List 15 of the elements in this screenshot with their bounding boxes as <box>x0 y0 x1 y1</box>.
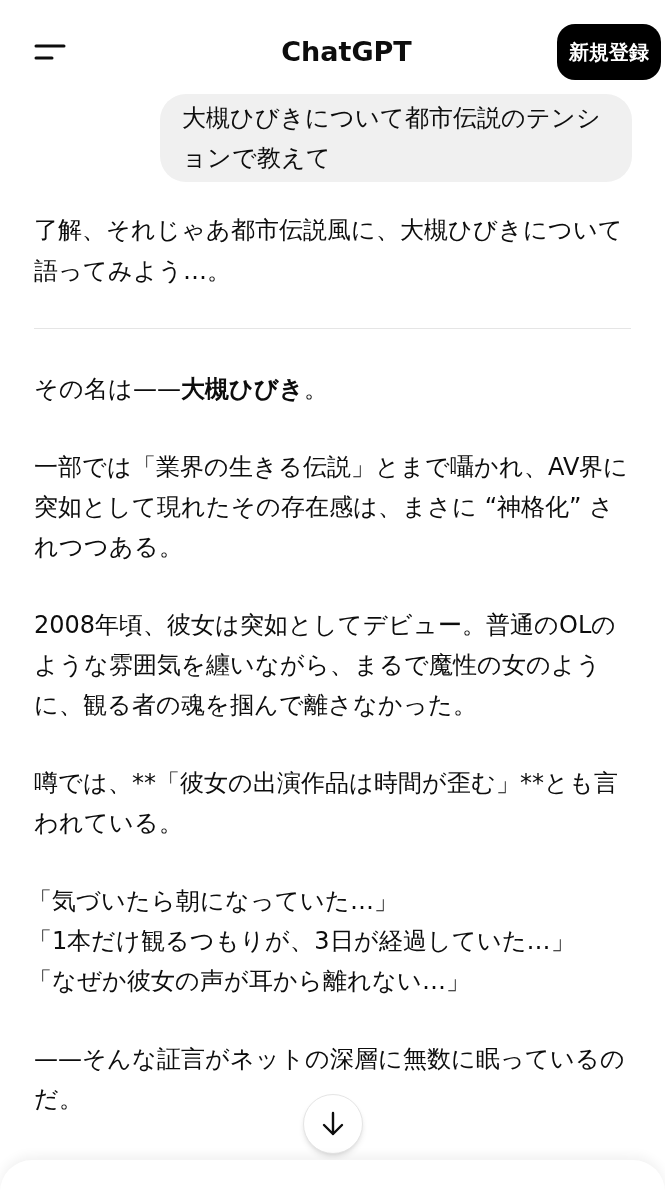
answer-paragraph: その名は——大槻ひびき。 <box>34 374 329 405</box>
answer-paragraph: ——そんな証言がネットの深層に無数に眠っているのだ。 <box>34 1044 626 1115</box>
quote-line: 「1本だけ観るつもりが、3日が経過していた…」 <box>28 926 576 957</box>
scroll-down-button[interactable] <box>303 1094 363 1154</box>
app-title: ChatGPT <box>281 34 412 69</box>
menu-icon[interactable] <box>34 43 66 61</box>
quote-line: 「なぜか彼女の声が耳から離れない…」 <box>28 966 471 997</box>
arrow-down-icon <box>321 1111 345 1137</box>
quote-line: 「気づいたら朝になっていた…」 <box>28 886 399 917</box>
assistant-intro: 了解、それじゃあ都市伝説風に、大槻ひびきについて語ってみよう…。 <box>34 215 624 287</box>
user-message-bubble: 大槻ひびきについて都市伝説のテンションで教えて <box>160 94 632 182</box>
signup-button[interactable]: 新規登録 <box>557 24 661 80</box>
answer-paragraph: 噂では、**「彼女の出演作品は時間が歪む」**とも言われている。 <box>34 768 619 839</box>
answer-paragraph: 2008年頃、彼女は突如としてデビュー。普通のOLのような雰囲気を纏いながら、まるで魔性の女のように、観る者の魂を掴んで離さなかった。 <box>34 610 618 721</box>
answer-paragraph: 一部では「業界の生きる伝説」とまで囁かれ、AV界に突如として現れたその存在感は、まさに “神格化” されつつある。 <box>34 452 630 563</box>
